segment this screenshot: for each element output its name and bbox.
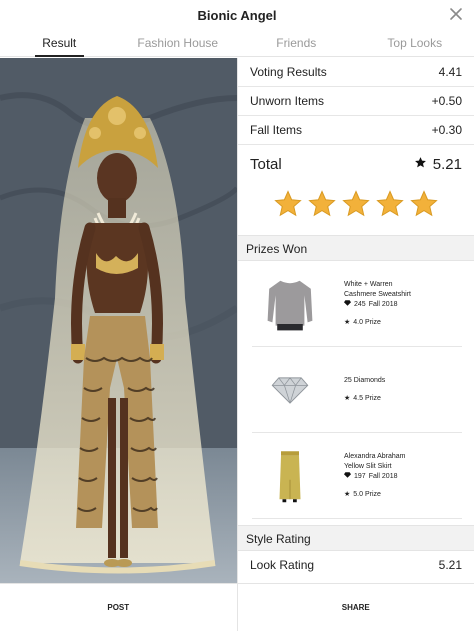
result-screen: Bionic Angel Result Fashion House Friend… — [0, 0, 474, 631]
total-row: Total 5.21 — [238, 145, 474, 183]
prize-rating: 4.5 Prize — [353, 394, 381, 402]
tab-top-looks[interactable]: Top Looks — [356, 30, 474, 56]
prize-item[interactable]: Alexandra Abraham Yellow Slit Skirt 197 … — [252, 433, 462, 519]
style-rating-header: Style Rating — [238, 525, 474, 551]
star-icon: ★ — [344, 490, 351, 498]
prize-season: Fall 2018 — [368, 300, 398, 308]
unworn-items-label: Unworn Items — [250, 94, 325, 108]
fall-items-row: Fall Items +0.30 — [238, 116, 474, 145]
fall-items-value: +0.30 — [431, 123, 462, 137]
bottom-bar: POST SHARE — [0, 583, 474, 631]
prize-name: Yellow Slit Skirt — [344, 462, 392, 470]
look-rating-row: Look Rating 5.21 — [238, 551, 474, 579]
share-button[interactable]: SHARE — [238, 584, 474, 631]
skirt-image — [252, 438, 328, 514]
header: Bionic Angel — [0, 0, 474, 30]
prize-brand: White + Warren — [344, 280, 393, 288]
prize-name: 25 Diamonds — [344, 376, 386, 384]
look-rating-value: 5.21 — [438, 558, 462, 572]
unworn-items-value: +0.50 — [431, 94, 462, 108]
close-icon[interactable] — [448, 6, 464, 22]
page-title: Bionic Angel — [197, 7, 277, 23]
tab-result[interactable]: Result — [0, 30, 119, 57]
prize-rating: 5.0 Prize — [353, 490, 381, 498]
diamond-image — [252, 352, 328, 428]
voting-results-row: Voting Results 4.41 — [238, 58, 474, 87]
voting-results-value: 4.41 — [438, 65, 462, 79]
prize-season: Fall 2018 — [368, 472, 398, 480]
star-rating — [238, 183, 474, 235]
sweatshirt-image — [252, 266, 328, 342]
prize-brand: Alexandra Abraham — [344, 452, 406, 460]
tab-friends[interactable]: Friends — [237, 30, 356, 56]
prize-item[interactable]: White + Warren Cashmere Sweatshirt 245 F… — [252, 261, 462, 347]
rating-star-icon — [274, 190, 302, 217]
total-value: 5.21 — [432, 155, 462, 173]
prize-name: Cashmere Sweatshirt — [344, 290, 411, 298]
tab-bar: Result Fashion House Friends Top Looks — [0, 30, 474, 57]
unworn-items-row: Unworn Items +0.50 — [238, 87, 474, 116]
star-icon: ★ — [344, 318, 351, 326]
voting-results-label: Voting Results — [250, 65, 327, 79]
prize-price: 245 — [354, 300, 366, 308]
prize-price: 197 — [354, 472, 366, 480]
look-rating-label: Look Rating — [250, 558, 315, 572]
prize-item[interactable]: 25 Diamonds ★ 4.5 Prize — [252, 347, 462, 433]
outfit-image — [0, 58, 237, 583]
rating-star-icon — [410, 190, 438, 217]
rating-star-icon — [342, 190, 370, 217]
star-icon — [414, 156, 427, 173]
post-button[interactable]: POST — [0, 584, 238, 631]
prize-rating: 4.0 Prize — [353, 318, 381, 326]
fall-items-label: Fall Items — [250, 123, 303, 137]
prizes-won-header: Prizes Won — [238, 235, 474, 261]
star-icon: ★ — [344, 394, 351, 402]
diamond-icon — [344, 471, 351, 482]
results-panel[interactable]: Voting Results 4.41 Unworn Items +0.50 F… — [237, 58, 474, 583]
total-label: Total — [250, 155, 282, 173]
diamond-icon — [344, 299, 351, 310]
rating-star-icon — [376, 190, 404, 217]
tab-fashion-house[interactable]: Fashion House — [119, 30, 238, 56]
rating-star-icon — [308, 190, 336, 217]
